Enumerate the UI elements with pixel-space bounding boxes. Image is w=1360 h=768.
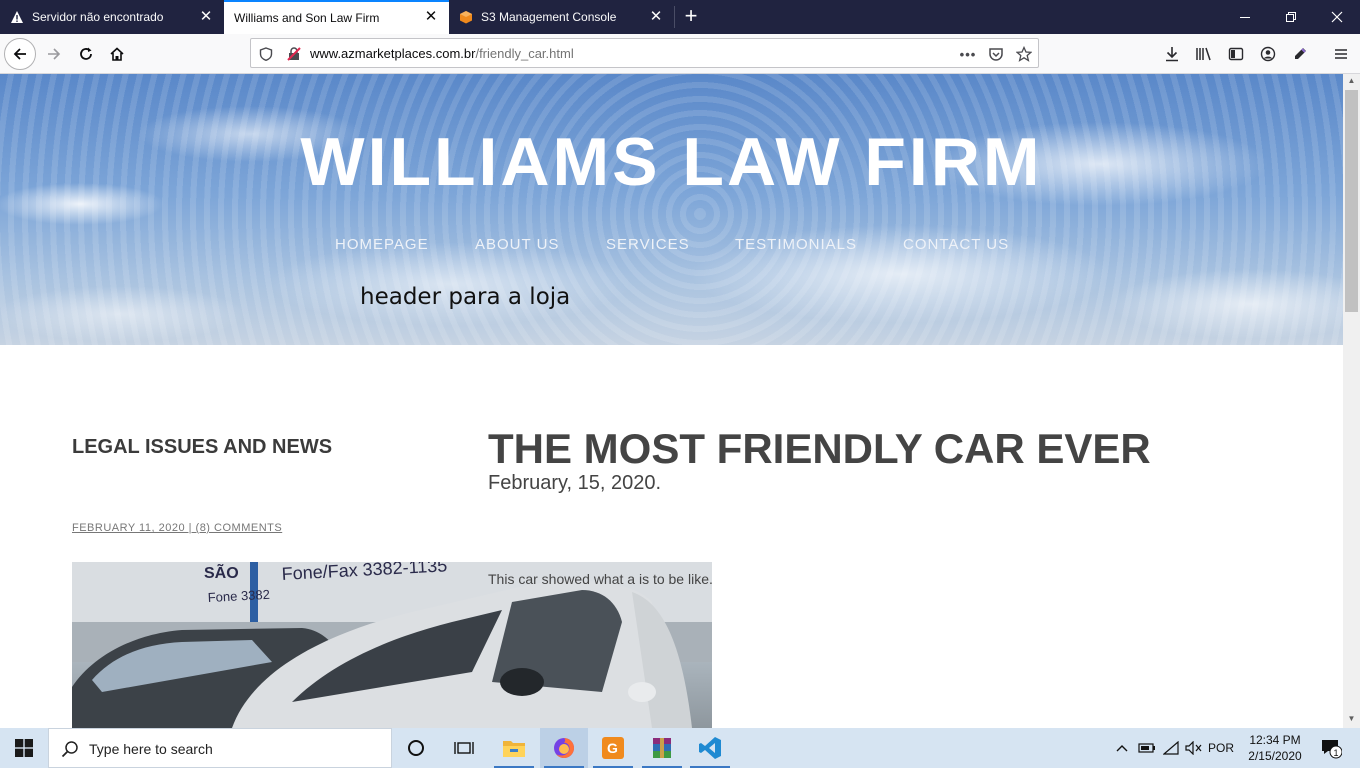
file-explorer-icon[interactable] — [490, 728, 538, 768]
hamburger-menu-icon[interactable] — [1330, 43, 1352, 65]
navigation-toolbar: www.azmarketplaces.com.br/friendly_car.h… — [0, 34, 1360, 74]
aws-box-icon — [459, 10, 473, 24]
library-icon[interactable] — [1193, 43, 1215, 65]
network-icon[interactable] — [1160, 728, 1182, 768]
post-body: This car showed what a is to be like. — [488, 571, 713, 587]
nav-testimonials[interactable]: TESTIMONIALS — [735, 236, 857, 253]
minimize-icon[interactable] — [1222, 0, 1268, 34]
url-domain: www.azmarketplaces.com.br — [310, 46, 476, 61]
tab-title: Williams and Son Law Firm — [234, 11, 380, 25]
windows-taskbar: Type here to search G POR 12:34 PM 2/15/… — [0, 728, 1360, 768]
warning-icon — [10, 10, 24, 24]
main-nav: HOMEPAGE ABOUT US SERVICES TESTIMONIALS … — [0, 236, 1343, 256]
sign-text-sao: SÃO — [204, 562, 239, 582]
download-icon[interactable] — [1161, 43, 1183, 65]
pdf-app-icon[interactable]: G — [589, 728, 637, 768]
show-hidden-icons-icon[interactable] — [1112, 728, 1132, 768]
close-window-icon[interactable] — [1314, 0, 1360, 34]
reload-button[interactable] — [70, 38, 102, 70]
page-scrollbar[interactable]: ▲ ▼ — [1343, 74, 1360, 728]
account-icon[interactable] — [1257, 43, 1279, 65]
page-viewport: WILLIAMS LAW FIRM HOMEPAGE ABOUT US SERV… — [0, 74, 1343, 728]
tab-separator — [674, 6, 675, 28]
tab-title: Servidor não encontrado — [32, 10, 164, 24]
taskbar-clock[interactable]: 12:34 PM 2/15/2020 — [1238, 732, 1312, 764]
windows-start-button[interactable] — [0, 728, 48, 768]
post-title: THE MOST FRIENDLY CAR EVER — [488, 425, 1151, 472]
url-path: /friendly_car.html — [475, 46, 574, 61]
forward-button[interactable] — [38, 38, 70, 70]
site-title: WILLIAMS LAW FIRM — [300, 124, 1043, 200]
scroll-up-icon[interactable]: ▲ — [1343, 74, 1360, 88]
task-view-icon[interactable] — [440, 728, 488, 768]
shield-icon[interactable] — [257, 45, 275, 63]
bookmark-star-icon[interactable] — [1015, 45, 1033, 63]
cortana-icon[interactable] — [392, 728, 440, 768]
tab-server-not-found[interactable]: Servidor não encontrado ✕ — [0, 0, 224, 34]
pocket-icon[interactable] — [987, 45, 1005, 63]
notification-count: 1 — [1334, 748, 1339, 758]
nav-contact-us[interactable]: CONTACT US — [903, 236, 1009, 253]
clock-time: 12:34 PM — [1249, 733, 1301, 747]
nav-services[interactable]: SERVICES — [606, 236, 690, 253]
nav-homepage[interactable]: HOMEPAGE — [335, 236, 429, 253]
scroll-down-icon[interactable]: ▼ — [1343, 712, 1360, 726]
winrar-icon[interactable] — [638, 728, 686, 768]
tab-title: S3 Management Console — [481, 10, 617, 24]
clock-date: 2/15/2020 — [1248, 749, 1302, 763]
taskbar-search-box[interactable]: Type here to search — [48, 728, 392, 768]
action-center-icon[interactable]: 1 — [1316, 728, 1346, 768]
restore-icon[interactable] — [1268, 0, 1314, 34]
hero-header: WILLIAMS LAW FIRM HOMEPAGE ABOUT US SERV… — [0, 74, 1343, 345]
volume-muted-icon[interactable] — [1183, 728, 1205, 768]
search-placeholder: Type here to search — [89, 741, 213, 757]
tab-s3-console[interactable]: S3 Management Console ✕ — [449, 0, 674, 34]
search-icon — [61, 740, 79, 763]
firefox-icon[interactable] — [540, 728, 588, 768]
sidebar-icon[interactable] — [1225, 43, 1247, 65]
tab-williams-law-firm[interactable]: Williams and Son Law Firm ✕ — [224, 0, 449, 34]
sidebar-post-meta-link[interactable]: FEBRUARY 11, 2020 | (8) COMMENTS — [72, 522, 282, 534]
home-button[interactable] — [101, 38, 133, 70]
scrollbar-thumb[interactable] — [1345, 90, 1358, 312]
insecure-lock-icon[interactable] — [285, 45, 303, 63]
vscode-icon[interactable] — [686, 728, 734, 768]
tab-strip: Servidor não encontrado ✕ Williams and S… — [0, 0, 1360, 34]
close-tab-icon[interactable]: ✕ — [648, 9, 664, 25]
close-tab-icon[interactable]: ✕ — [198, 9, 214, 25]
battery-icon[interactable] — [1136, 728, 1158, 768]
close-tab-icon[interactable]: ✕ — [423, 9, 439, 25]
svg-text:G: G — [607, 740, 618, 756]
eyedropper-icon[interactable] — [1289, 43, 1311, 65]
post-date: February, 15, 2020. — [488, 472, 662, 494]
sidebar-heading: LEGAL ISSUES AND NEWS — [72, 436, 333, 458]
nav-about-us[interactable]: ABOUT US — [475, 236, 559, 253]
input-language[interactable]: POR — [1206, 728, 1236, 768]
back-button[interactable] — [4, 38, 36, 70]
url-bar[interactable]: www.azmarketplaces.com.br/friendly_car.h… — [250, 38, 1039, 68]
header-caption: header para a loja — [360, 284, 571, 310]
new-tab-icon[interactable]: + — [678, 4, 704, 30]
page-actions-icon[interactable]: ••• — [959, 45, 977, 63]
url-text[interactable]: www.azmarketplaces.com.br/friendly_car.h… — [310, 46, 574, 61]
